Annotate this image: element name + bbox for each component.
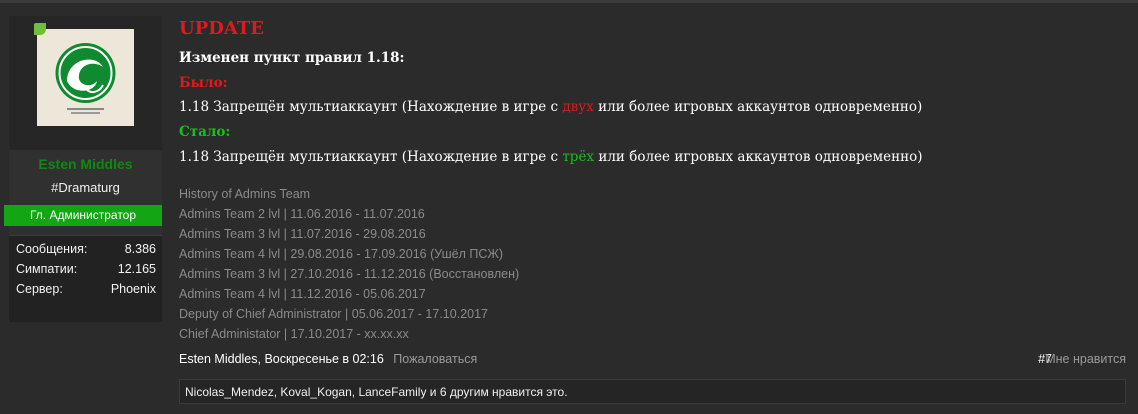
highlight-word-old: двух: [562, 99, 594, 115]
now-label: Стало:: [179, 124, 231, 140]
stat-value: 12.165: [117, 262, 156, 276]
user-stats: Сообщения: 8.386 Симпатии: 12.165 Сервер…: [9, 235, 162, 322]
history-line: Admins Team 4 lvl | 29.08.2016 - 17.09.2…: [179, 247, 504, 261]
rule-text-start: 1.18 Запрещён мультиаккаунт (Нахождение …: [179, 99, 563, 115]
username[interactable]: Esten Middles: [9, 156, 162, 172]
rank-banner: Гл. Администратор: [4, 205, 162, 226]
stat-likes: Симпатии: 12.165: [16, 262, 156, 282]
stat-messages: Сообщения: 8.386: [16, 242, 156, 262]
avatar-frame: [9, 16, 162, 150]
was-rule-text: 1.18 Запрещён мультиаккаунт (Нахождение …: [179, 99, 922, 115]
stat-label: Симпатии:: [16, 262, 78, 276]
stat-value: Phoenix: [110, 282, 156, 296]
post-meta: Esten Middles, Воскресенье в 02:16 Пожал…: [179, 352, 477, 366]
avatar-corner-badge: [34, 23, 46, 35]
like-button[interactable]: Мне нравится: [1045, 352, 1126, 366]
stat-label: Сообщения:: [16, 242, 88, 256]
highlight-word-new: трёх: [562, 149, 595, 165]
now-rule-text: 1.18 Запрещён мультиаккаунт (Нахождение …: [179, 149, 923, 165]
stat-value[interactable]: 8.386: [125, 242, 156, 256]
avatar[interactable]: [37, 29, 134, 126]
history-line: Chief Administator | 17.10.2017 - xx.xx.…: [179, 327, 409, 341]
history-line: History of Admins Team: [179, 187, 311, 201]
report-link[interactable]: Пожаловаться: [393, 352, 477, 366]
user-title: #Dramaturg: [51, 180, 120, 195]
history-line: Admins Team 3 lvl | 27.10.2016 - 11.12.2…: [179, 267, 520, 281]
user-panel: Esten Middles #Dramaturg Гл. Администрат…: [4, 16, 162, 322]
rule-text-end: или более игровых аккаунтов одновременно…: [594, 149, 923, 165]
phoenix-logo-icon: [37, 29, 134, 126]
rule-text-end: или более игровых аккаунтов одновременно…: [593, 99, 923, 115]
changed-rule-line: Изменен пункт правил 1.18:: [179, 50, 405, 66]
history-line: Admins Team 2 lvl | 11.06.2016 - 11.07.2…: [179, 207, 425, 221]
history-line: Deputy of Chief Administrator | 05.06.20…: [179, 307, 488, 321]
likes-summary[interactable]: Nicolas_Mendez, Koval_Kogan, LanceFamily…: [179, 379, 1126, 404]
post-author-date[interactable]: Esten Middles, Воскресенье в 02:16: [179, 352, 384, 366]
history-line: Admins Team 3 lvl | 11.07.2016 - 29.08.2…: [179, 227, 426, 241]
rule-text-start: 1.18 Запрещён мультиаккаунт (Нахождение …: [179, 149, 563, 165]
history-line: Admins Team 4 lvl | 11.12.2016 - 05.06.2…: [179, 287, 426, 301]
was-label: Было:: [179, 75, 228, 91]
signature-history: History of Admins Team Admins Team 2 lvl…: [179, 184, 519, 344]
post-heading: UPDATE: [179, 18, 264, 39]
top-divider: [0, 0, 1138, 3]
stat-label: Сервер:: [16, 282, 63, 296]
stat-server: Сервер: Phoenix: [16, 282, 156, 302]
